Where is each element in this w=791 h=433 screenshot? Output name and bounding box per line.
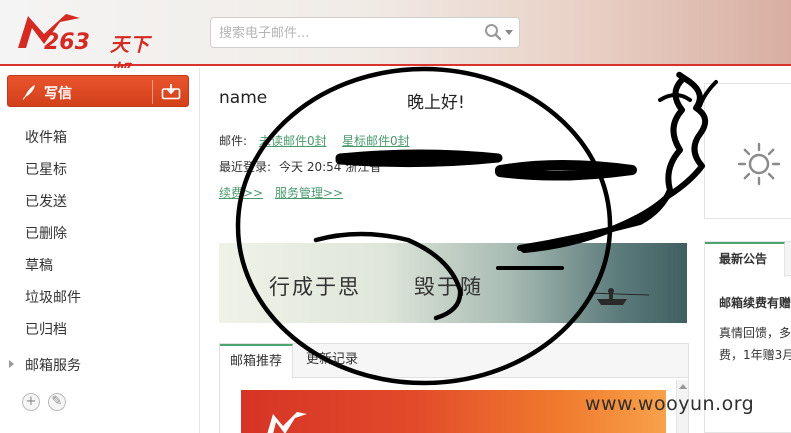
receive-mail-icon[interactable]: [161, 83, 181, 100]
search-icon[interactable]: [484, 23, 502, 43]
expand-arrow-icon[interactable]: [9, 360, 14, 368]
recommend-tab-bar: 邮箱推荐 更新记录: [220, 344, 688, 379]
boat-icon: [588, 288, 650, 305]
username: name: [219, 88, 268, 108]
sidebar-item-archived[interactable]: 已归档: [25, 319, 67, 339]
tab-latest-notice[interactable]: 最新公告: [705, 242, 785, 277]
renew-link[interactable]: 续费>>: [219, 184, 263, 201]
scroll-up-icon[interactable]: [679, 384, 687, 389]
mail-label: 邮件:: [219, 134, 248, 148]
notice-tab-bar: 最新公告: [705, 242, 791, 277]
brand-logo[interactable]: 263 天下邮: [14, 8, 164, 83]
sidebar-item-deleted[interactable]: 已删除: [25, 223, 67, 243]
main-content: name 晚上好! 邮件: 未读邮件0封 星标邮件0封 最近登录: 今天 20:…: [201, 68, 791, 433]
sidebar: 写信 收件箱 已星标 已发送 已删除 草稿 垃圾邮件 已归档 邮箱服务 + ✎: [0, 68, 200, 433]
search-box: [210, 17, 520, 48]
compose-label: 写信: [44, 86, 72, 102]
last-login-label: 最近登录:: [219, 160, 272, 174]
tab-mail-recommend[interactable]: 邮箱推荐: [220, 344, 294, 379]
compose-divider: [152, 80, 153, 104]
notice-line-1: 真情回馈，多: [719, 326, 791, 340]
sidebar-item-sent[interactable]: 已发送: [25, 191, 67, 211]
sidebar-item-spam[interactable]: 垃圾邮件: [25, 287, 81, 307]
quote-banner[interactable]: 行成于思 毁于随: [219, 243, 687, 323]
settings-wrench-icon[interactable]: ✎: [48, 393, 66, 411]
logo-number: 263: [44, 30, 90, 55]
notice-title[interactable]: 邮箱续费有赠: [719, 294, 791, 311]
logo-m-icon: [267, 412, 307, 433]
search-dropdown-icon[interactable]: [505, 30, 513, 35]
starred-mail-link[interactable]: 星标邮件0封: [342, 132, 410, 149]
top-header: 263 天下邮: [0, 0, 791, 83]
feather-pen-icon: [22, 85, 35, 100]
tab-update-log[interactable]: 更新记录: [296, 344, 368, 378]
last-login-value: 今天 20:54 浙江省: [279, 160, 382, 174]
banner-text-1: 行成于思: [269, 275, 361, 299]
sidebar-item-starred[interactable]: 已星标: [25, 159, 67, 179]
search-input[interactable]: [219, 23, 474, 43]
watermark: www.wooyun.org: [585, 393, 755, 415]
sun-weather-icon: [737, 142, 781, 186]
unread-mail-link[interactable]: 未读邮件0封: [259, 132, 327, 149]
sidebar-item-inbox[interactable]: 收件箱: [25, 127, 67, 147]
banner-text-2: 毁于随: [414, 275, 483, 299]
compose-button[interactable]: 写信: [7, 75, 189, 107]
sidebar-item-mail-service[interactable]: 邮箱服务: [25, 355, 81, 375]
weather-widget[interactable]: [704, 83, 791, 219]
recommend-panel: 邮箱推荐 更新记录: [219, 343, 689, 433]
sidebar-item-drafts[interactable]: 草稿: [25, 255, 53, 275]
add-folder-icon[interactable]: +: [22, 393, 40, 411]
greeting: 晚上好!: [407, 93, 465, 113]
notice-line-2: 费，1年赠3月: [719, 348, 791, 362]
service-manage-link[interactable]: 服务管理>>: [275, 184, 343, 201]
